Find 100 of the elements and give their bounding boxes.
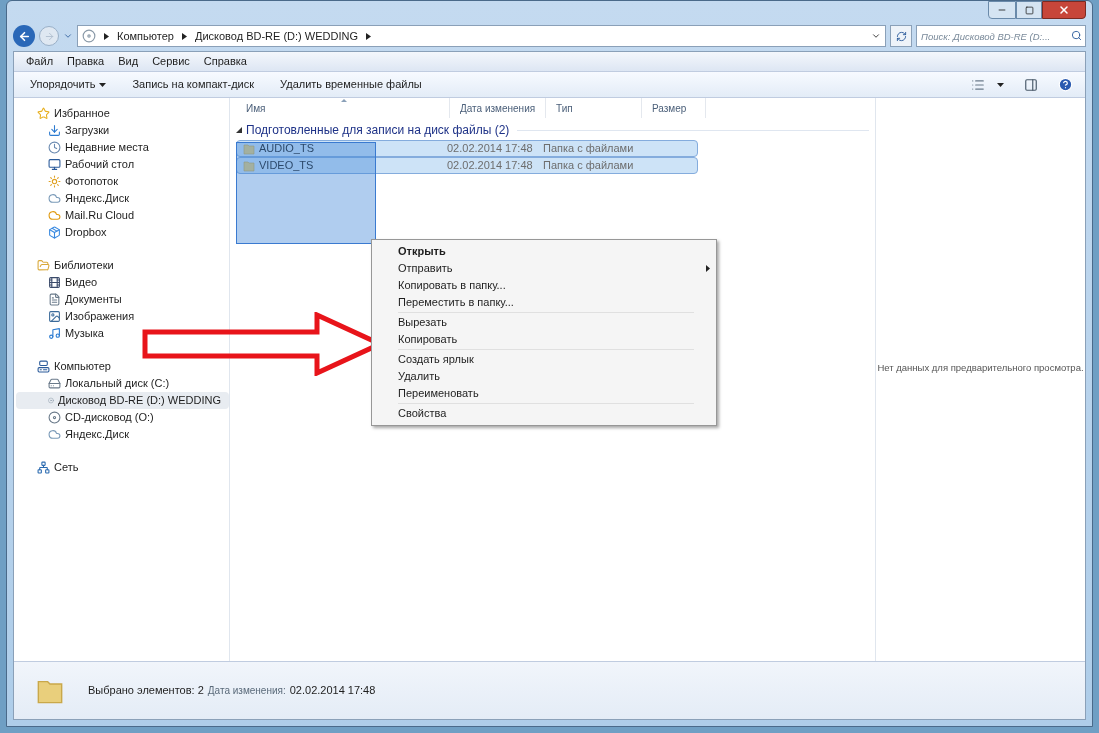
file-name: AUDIO_TS (259, 141, 314, 157)
box-icon (48, 226, 61, 239)
search-field[interactable]: Поиск: Дисковод BD-RE (D:... (916, 25, 1086, 47)
selection-count: Выбрано элементов: 2 (88, 683, 204, 699)
chevron-icon (104, 32, 109, 40)
monitor-icon (48, 158, 61, 171)
sidebar-item[interactable]: Dropbox (16, 224, 115, 241)
sidebar-item[interactable]: Яндекс.Диск (16, 426, 137, 443)
chevron-icon (181, 32, 187, 40)
cloud-icon (48, 209, 61, 222)
sort-arrow-icon (341, 99, 347, 102)
help-icon[interactable] (1058, 77, 1073, 92)
sidebar-group[interactable]: Компьютер (16, 358, 119, 375)
sidebar-group[interactable]: Сеть (16, 459, 87, 476)
menu-item[interactable]: Копировать в папку... (372, 277, 716, 294)
sidebar-item[interactable]: Рабочий стол (16, 156, 143, 173)
disc-icon (82, 29, 96, 43)
sidebar-item[interactable]: Музыка (16, 325, 112, 342)
sidebar-item[interactable]: Локальный диск (C:) (16, 375, 178, 392)
cloud-icon (48, 192, 61, 205)
history-dropdown-icon[interactable] (63, 31, 73, 41)
document-icon (48, 293, 61, 306)
sidebar-item[interactable]: Документы (16, 291, 130, 308)
menu-item[interactable]: Сервис (152, 53, 190, 70)
minimize-button[interactable] (988, 1, 1016, 19)
folder-icon (37, 259, 50, 272)
preview-pane-icon[interactable] (1024, 77, 1038, 92)
file-name: VIDEO_TS (259, 158, 314, 174)
column-header[interactable]: Дата изменения (450, 98, 546, 118)
disc-icon (48, 394, 54, 407)
date-label: Дата изменения: (207, 684, 286, 698)
menu-item[interactable]: Справка (203, 53, 247, 70)
menu-item[interactable]: Удалить (398, 368, 694, 385)
preview-message: Нет данных для предварительного просмотра. (877, 361, 1084, 376)
sidebar-group[interactable]: Библиотеки (16, 257, 122, 274)
sidebar-item[interactable]: Загрузки (16, 122, 118, 139)
menu-item[interactable]: Вид (118, 53, 139, 70)
type-cell-text: Папка с файлами (543, 141, 634, 157)
file-row[interactable]: VIDEO_TS 02.02.2014 17:48 Папка с файлами (236, 157, 698, 174)
submenu-arrow-icon (706, 265, 710, 272)
address-bar[interactable]: Компьютер Дисковод BD-RE (D:) WEDDING (77, 25, 886, 47)
column-header[interactable]: Тип (546, 98, 642, 118)
caret-icon[interactable] (997, 82, 1004, 87)
image-icon (48, 310, 61, 323)
close-icon (1058, 4, 1070, 16)
menu-item[interactable]: Копировать (398, 331, 694, 348)
sun-icon (48, 175, 61, 188)
maximize-button[interactable] (1016, 1, 1042, 19)
sidebar-item[interactable]: Фотопоток (16, 173, 126, 190)
clock-icon (48, 141, 61, 154)
forward-arrow-icon (43, 30, 55, 42)
group-header[interactable]: Подготовленные для записи на диск файлы (2) (246, 121, 510, 139)
menu-item[interactable]: Свойства (398, 405, 694, 422)
collapse-arrow-icon[interactable] (236, 127, 242, 133)
search-icon (1071, 30, 1082, 41)
sidebar-item[interactable]: Изображения (16, 308, 143, 325)
file-row[interactable]: AUDIO_TS 02.02.2014 17:48 Папка с файлами (236, 140, 698, 157)
chevron-icon (366, 32, 371, 40)
date-cell-text: 02.02.2014 17:48 (447, 141, 534, 157)
menu-item[interactable]: Вырезать (398, 314, 694, 331)
sidebar-item[interactable]: CD-дисковод (O:) (16, 409, 162, 426)
drive-icon (48, 377, 61, 390)
refresh-icon (895, 30, 907, 42)
refresh-button[interactable] (890, 25, 912, 47)
menu-item[interactable]: Открыть (372, 243, 716, 260)
network-icon (37, 461, 50, 474)
column-header[interactable]: Размер (642, 98, 706, 118)
type-cell-text: Папка с файлами (543, 158, 634, 174)
caret-icon (99, 82, 107, 87)
sidebar-item[interactable]: Яндекс.Диск (16, 190, 137, 207)
star-icon (37, 107, 50, 120)
toolbar-button[interactable]: Запись на компакт-диск (124, 73, 263, 96)
download-icon (48, 124, 61, 137)
sidebar-item[interactable]: Дисковод BD-RE (D:) WEDDING (16, 392, 229, 409)
breadcrumb[interactable]: Компьютер (117, 27, 174, 45)
toolbar-button[interactable]: Удалить временные файлы (272, 73, 430, 96)
folder-icon (243, 142, 255, 155)
menu-item[interactable]: Отправить (372, 260, 716, 277)
film-icon (48, 276, 61, 289)
sidebar-item[interactable]: Видео (16, 274, 106, 291)
menu-item[interactable]: Переименовать (398, 385, 694, 402)
breadcrumb[interactable]: Дисковод BD-RE (D:) WEDDING (194, 27, 358, 45)
close-button[interactable] (1042, 1, 1086, 19)
sidebar-item[interactable]: Недавние места (16, 139, 157, 156)
dropdown-icon[interactable] (871, 31, 881, 41)
back-button[interactable] (13, 25, 35, 47)
menu-item[interactable]: Правка (67, 53, 105, 70)
toolbar-button[interactable]: Упорядочить (22, 73, 115, 96)
menu-item[interactable]: Переместить в папку... (372, 294, 716, 311)
maximize-icon (1024, 5, 1034, 15)
menu-item[interactable]: Файл (26, 53, 54, 70)
sidebar-group[interactable]: Избранное (16, 105, 118, 122)
computer-icon (37, 360, 50, 373)
music-icon (48, 327, 61, 340)
cloud-icon (48, 428, 61, 441)
menu-item[interactable]: Создать ярлык (398, 351, 694, 368)
modified-date: 02.02.2014 17:48 (289, 683, 376, 699)
sidebar-item[interactable]: Mail.Ru Cloud (16, 207, 143, 224)
folder-icon (243, 159, 255, 172)
view-options-icon[interactable] (971, 77, 985, 92)
